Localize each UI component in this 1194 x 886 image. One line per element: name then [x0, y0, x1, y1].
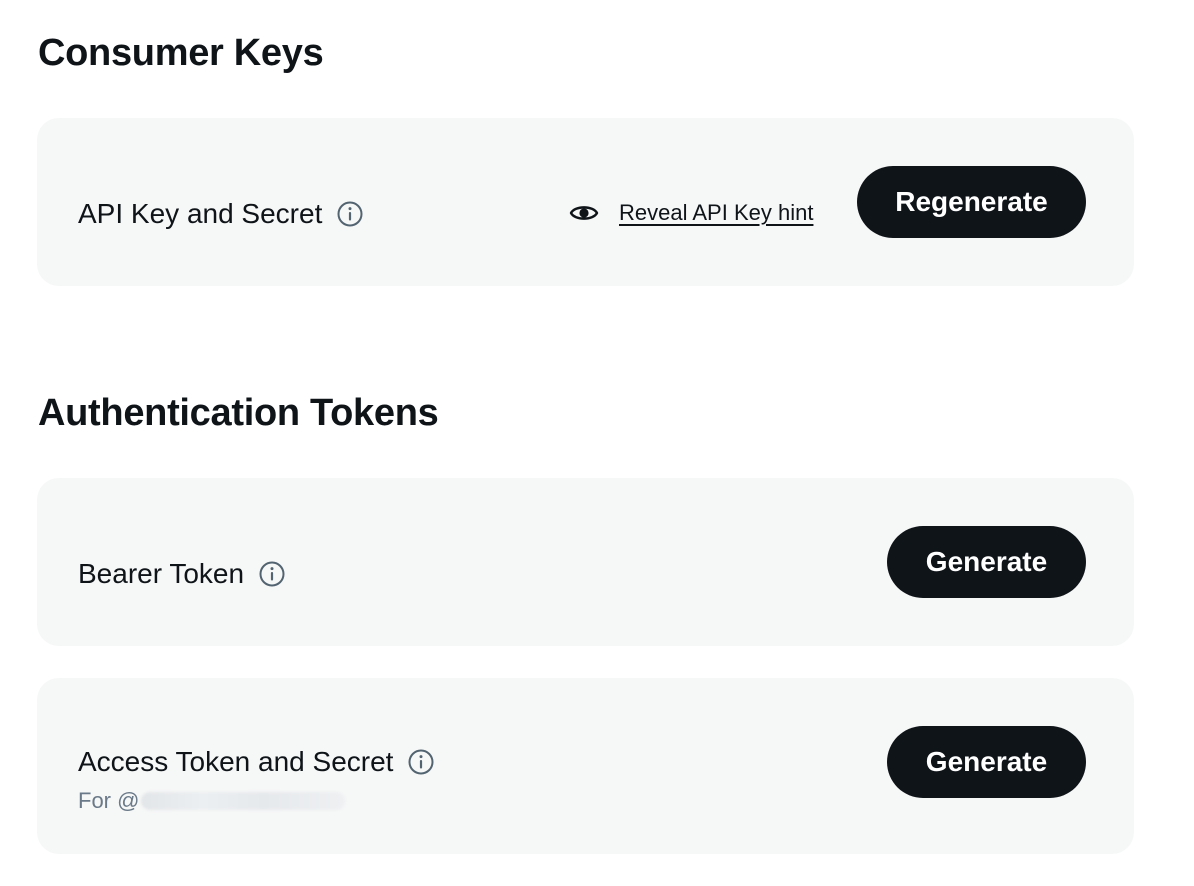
reveal-api-key-hint-link[interactable]: Reveal API Key hint	[619, 200, 813, 226]
access-token-card: Access Token and Secret For @ Generate	[37, 678, 1134, 854]
consumer-keys-heading: Consumer Keys	[38, 32, 324, 74]
reveal-api-key-hint[interactable]: Reveal API Key hint	[569, 200, 813, 226]
info-icon[interactable]	[258, 560, 286, 588]
redacted-username	[141, 792, 346, 810]
api-key-label-row: API Key and Secret	[78, 200, 364, 228]
bearer-token-label: Bearer Token	[78, 558, 245, 589]
api-key-label: API Key and Secret	[78, 198, 323, 229]
bearer-token-card: Bearer Token Generate	[37, 478, 1134, 646]
regenerate-button[interactable]: Regenerate	[857, 166, 1086, 238]
generate-access-token-button[interactable]: Generate	[887, 726, 1086, 798]
api-key-card: API Key and Secret Reveal API Key hint R…	[37, 118, 1134, 286]
access-token-label: Access Token and Secret	[78, 746, 394, 777]
info-icon[interactable]	[336, 200, 364, 228]
authentication-tokens-heading: Authentication Tokens	[38, 392, 439, 434]
access-token-label-row: Access Token and Secret	[78, 748, 435, 776]
eye-icon	[569, 202, 599, 224]
bearer-token-label-row: Bearer Token	[78, 560, 286, 588]
keys-and-tokens-page: Consumer Keys API Key and Secret Reveal …	[0, 0, 1194, 886]
generate-bearer-token-button[interactable]: Generate	[887, 526, 1086, 598]
info-icon[interactable]	[407, 748, 435, 776]
account-handle-prefix: For @	[78, 788, 140, 813]
access-token-account: For @	[78, 788, 346, 814]
